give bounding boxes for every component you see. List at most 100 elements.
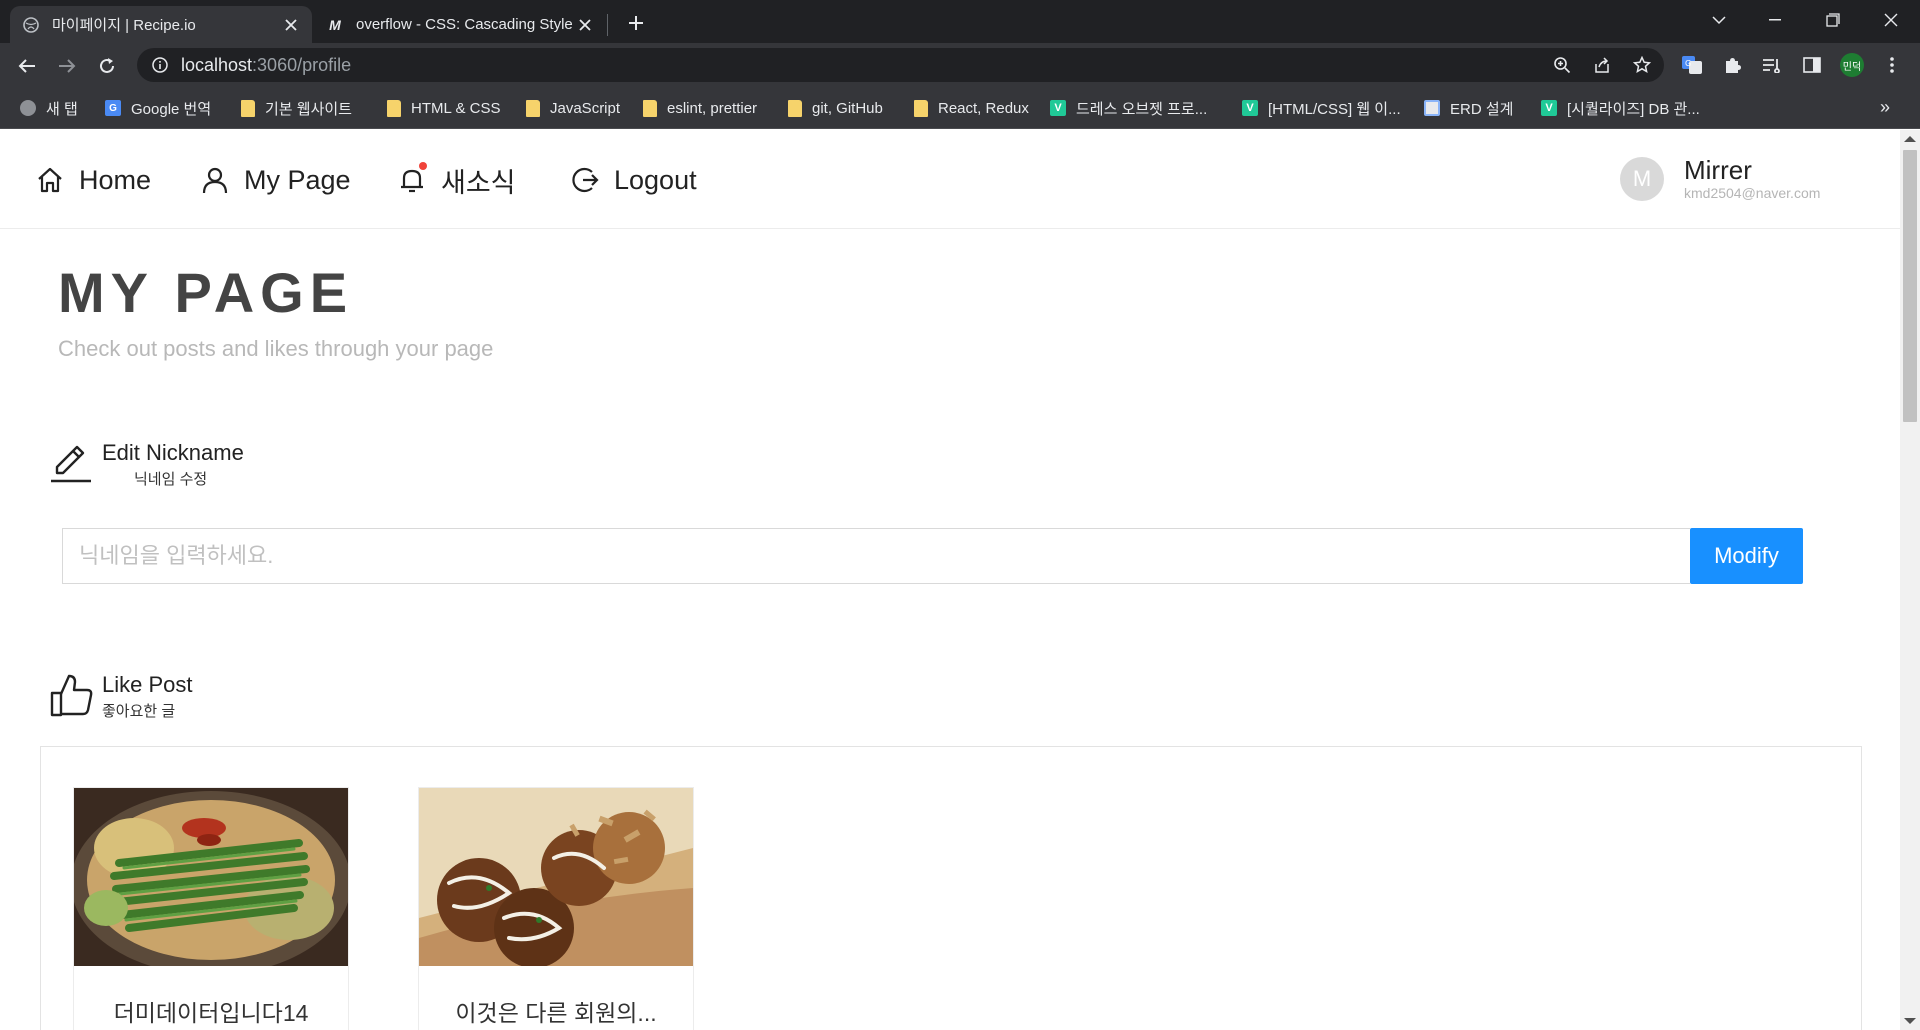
section-title: Like Post	[102, 672, 193, 697]
bookmark-folder[interactable]: React, Redux	[914, 97, 1029, 119]
menu-kebab-icon[interactable]	[1878, 51, 1906, 79]
nav-news-label: 새소식	[441, 167, 516, 198]
bookmark-new-tab[interactable]: 새 탭	[20, 97, 78, 119]
user-name: Mirrer	[1684, 155, 1752, 185]
profile-avatar[interactable]: 민덕	[1840, 53, 1864, 77]
restore-window-icon[interactable]	[1811, 0, 1855, 40]
bell-icon	[397, 162, 427, 195]
logout-icon	[570, 165, 600, 195]
nav-logout-label: Logout	[614, 164, 697, 195]
mdn-icon: M	[329, 16, 341, 33]
post-card[interactable]: 더미데이터입니다14	[73, 787, 349, 1030]
edit-pencil-icon	[48, 440, 94, 486]
scrollbar-thumb[interactable]	[1903, 150, 1917, 422]
user-icon	[200, 165, 230, 195]
bookmark-velog[interactable]: V [시퀄라이즈] DB 관...	[1541, 97, 1700, 119]
close-tab-icon[interactable]	[576, 16, 594, 34]
page-title: MY PAGE	[58, 261, 354, 324]
edit-nickname-header: Edit Nickname 닉네임 수정	[48, 440, 244, 490]
bookmark-erd[interactable]: ERD 설계	[1424, 97, 1513, 119]
close-window-icon[interactable]	[1869, 0, 1913, 40]
avatar: M	[1620, 157, 1664, 201]
tab-title: 마이페이지 | Recipe.io	[52, 17, 196, 34]
post-card-title: 이것은 다른 회원의...	[455, 1000, 657, 1026]
app-navbar: Home My Page 새소식 Logout M Mirrer kmd2504…	[0, 130, 1900, 229]
url-host: localhost	[181, 54, 253, 75]
minimize-window-icon[interactable]	[1753, 0, 1797, 40]
bookmark-folder[interactable]: git, GitHub	[788, 97, 883, 119]
nav-mypage[interactable]: My Page	[200, 162, 351, 198]
tab-overflow-mdn[interactable]: M overflow - CSS: Cascading Style	[314, 6, 606, 43]
page-viewport: Home My Page 새소식 Logout M Mirrer kmd2504…	[0, 130, 1900, 1030]
post-card-title: 더미데이터입니다14	[113, 1000, 309, 1026]
motsunabe-hotpot-photo	[74, 788, 348, 966]
nav-news[interactable]: 새소식	[397, 162, 516, 198]
tab-recipe-mypage[interactable]: 마이페이지 | Recipe.io	[10, 6, 312, 43]
browser-tab-strip: 마이페이지 | Recipe.io M overflow - CSS: Casc…	[0, 0, 1920, 43]
velog-icon: V	[1242, 100, 1258, 116]
new-tab-button[interactable]	[622, 9, 650, 37]
velog-icon: V	[1050, 100, 1066, 116]
close-tab-icon[interactable]	[282, 16, 300, 34]
folder-icon	[788, 99, 802, 117]
nav-home-label: Home	[79, 164, 152, 195]
section-subtitle: 닉네임 수정	[134, 471, 208, 488]
folder-icon	[526, 99, 540, 117]
reload-icon[interactable]	[92, 51, 122, 81]
url-path: :3060/profile	[252, 54, 352, 75]
side-panel-icon[interactable]	[1798, 51, 1826, 79]
bookmark-folder[interactable]: 기본 웹사이트	[241, 97, 352, 119]
post-card[interactable]: 이것은 다른 회원의...	[418, 787, 694, 1030]
bookmarks-bar: 새 탭 G Google 번역 기본 웹사이트 HTML & CSS JavaSc…	[0, 87, 1920, 129]
document-icon	[1424, 100, 1440, 116]
modify-button[interactable]: Modify	[1690, 528, 1803, 584]
nav-mypage-label: My Page	[244, 164, 351, 195]
folder-icon	[914, 99, 928, 117]
folder-icon	[387, 99, 401, 117]
globe-icon	[20, 100, 36, 116]
bookmark-google-translate[interactable]: G Google 번역	[105, 97, 211, 119]
takoyaki-photo	[419, 788, 693, 966]
globe-icon	[22, 16, 40, 34]
share-icon[interactable]	[1588, 51, 1616, 79]
nav-logout[interactable]: Logout	[570, 162, 697, 198]
nickname-input[interactable]	[62, 528, 1690, 584]
user-profile[interactable]: M Mirrer kmd2504@naver.com	[1620, 156, 1820, 202]
extensions-puzzle-icon[interactable]	[1718, 51, 1746, 79]
nav-home[interactable]: Home	[35, 162, 151, 198]
tab-title: overflow - CSS: Cascading Style	[356, 16, 573, 33]
thumbs-up-icon	[48, 672, 94, 718]
scroll-down-arrow-icon[interactable]	[1904, 1018, 1916, 1024]
notification-dot	[419, 162, 427, 170]
more-bookmarks-chevron-icon[interactable]: »	[1880, 97, 1890, 118]
page-scrollbar[interactable]	[1900, 130, 1920, 1030]
site-info-icon[interactable]	[151, 56, 169, 74]
section-subtitle: 좋아요한 글	[102, 703, 176, 720]
google-translate-extension-icon[interactable]: G	[1678, 51, 1706, 79]
folder-icon	[241, 99, 255, 117]
bookmark-folder[interactable]: HTML & CSS	[387, 97, 500, 119]
bookmark-folder[interactable]: eslint, prettier	[643, 97, 757, 119]
address-bar[interactable]: localhost:3060/profile	[137, 48, 1664, 82]
user-email: kmd2504@naver.com	[1684, 185, 1821, 201]
home-icon	[35, 165, 65, 195]
bookmark-velog[interactable]: V [HTML/CSS] 웹 이...	[1242, 97, 1401, 119]
google-translate-icon: G	[105, 100, 121, 116]
bookmark-folder[interactable]: JavaScript	[526, 97, 620, 119]
bookmark-velog[interactable]: V 드레스 오브젯 프로...	[1050, 97, 1207, 119]
tab-search-chevron-icon[interactable]	[1697, 0, 1741, 40]
svg-text:G: G	[1685, 59, 1691, 68]
tab-divider	[607, 14, 608, 36]
bookmark-star-icon[interactable]	[1628, 51, 1656, 79]
scroll-up-arrow-icon[interactable]	[1904, 136, 1916, 142]
liked-posts-panel: 더미데이터입니다14 이것은 다른 회원의...	[40, 746, 1862, 1030]
reading-list-icon[interactable]	[1758, 51, 1786, 79]
velog-icon: V	[1541, 100, 1557, 116]
back-arrow-icon[interactable]	[12, 51, 42, 81]
forward-arrow-icon[interactable]	[52, 51, 82, 81]
page-subtitle: Check out posts and likes through your p…	[58, 336, 494, 361]
zoom-icon[interactable]	[1548, 51, 1576, 79]
folder-icon	[643, 99, 657, 117]
like-post-header: Like Post 좋아요한 글	[48, 672, 193, 722]
browser-toolbar: localhost:3060/profile G 민덕	[0, 43, 1920, 87]
